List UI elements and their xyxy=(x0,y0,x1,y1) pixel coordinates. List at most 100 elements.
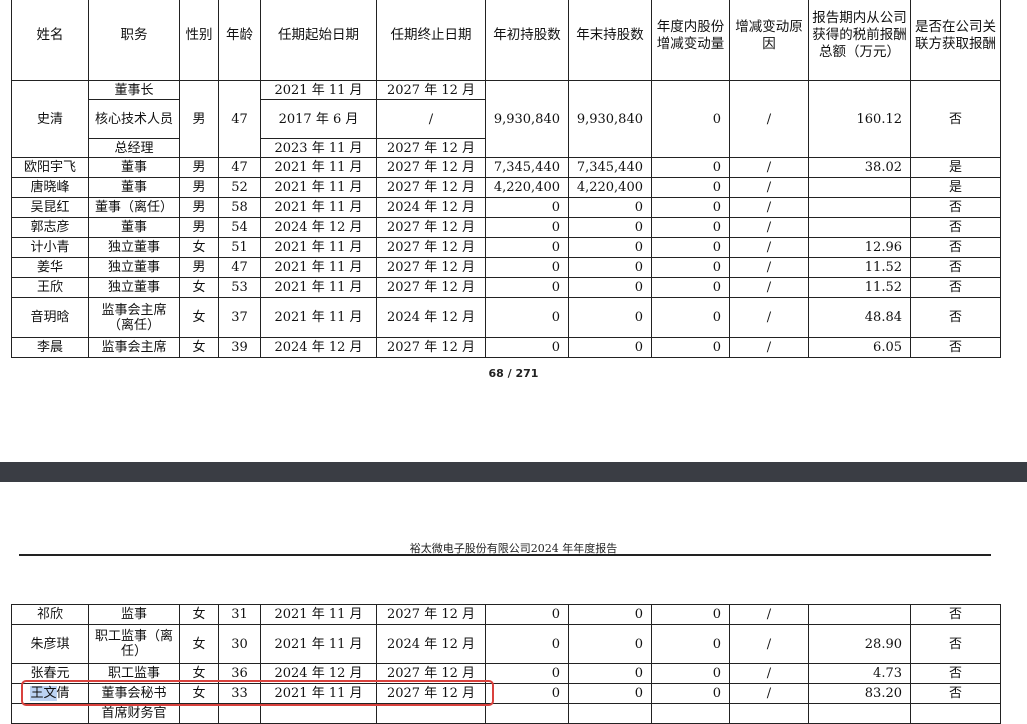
end-date-cell: 2027 年 12 月 xyxy=(376,663,486,684)
gender-cell: 男 xyxy=(179,257,219,278)
gender-cell: 男 xyxy=(179,157,219,178)
begin-shares-cell: 0 xyxy=(485,663,569,684)
name-cell: 郭志彦 xyxy=(11,217,89,238)
start-date-cell xyxy=(260,703,377,724)
gender-cell: 女 xyxy=(179,683,219,704)
header-change-reason: 增减变动原因 xyxy=(729,0,809,81)
viewer-page-gap xyxy=(0,462,1027,482)
name-cell: 欧阳宇飞 xyxy=(11,157,89,178)
table-row: 王文倩 董事会秘书女 33 2021 年 11 月 2027 年 12 月 0 0 0/83.… xyxy=(11,683,1001,704)
change-reason-cell: / xyxy=(729,624,809,664)
gender-cell: 女 xyxy=(179,277,219,298)
header-role: 职务 xyxy=(88,0,180,81)
start-date-cell: 2021 年 11 月 xyxy=(260,297,377,338)
gender-cell: 男 xyxy=(179,197,219,218)
pay-cell: 6.05 xyxy=(808,337,911,358)
start-date-cell: 2021 年 11 月 xyxy=(260,177,377,198)
header-gender: 性别 xyxy=(179,0,219,81)
table-row: 吴昆红 董事（离任）男 58 2021 年 11 月 2024 年 12 月 0 0 0/否 xyxy=(11,197,1001,218)
start-date-cell: 2021 年 11 月 xyxy=(260,237,377,258)
name-cell: 唐晓峰 xyxy=(11,177,89,198)
gender-cell xyxy=(179,703,219,724)
name-cell: 王欣 xyxy=(11,277,89,298)
role-cell: 监事会主席 xyxy=(88,337,180,358)
change-reason-cell: / xyxy=(729,177,809,198)
role-cell: 董事长 xyxy=(88,80,180,100)
change-reason-cell: / xyxy=(729,197,809,218)
related-pay-cell xyxy=(910,703,1001,724)
end-shares-cell: 0 xyxy=(568,277,652,298)
end-date-cell: 2024 年 12 月 xyxy=(376,297,486,338)
end-shares-cell: 0 xyxy=(568,257,652,278)
role-cell: 核心技术人员 xyxy=(88,99,180,139)
pay-cell: 12.96 xyxy=(808,237,911,258)
start-date-cell: 2024 年 12 月 xyxy=(260,337,377,358)
end-date-cell: / xyxy=(376,99,486,139)
role-cell: 职工监事 xyxy=(88,663,180,684)
start-date-cell: 2023 年 11 月 xyxy=(260,138,377,158)
end-date-cell xyxy=(376,703,486,724)
share-change-cell: 0 xyxy=(651,297,730,338)
end-shares-cell: 0 xyxy=(568,663,652,684)
role-cell: 独立董事 xyxy=(88,237,180,258)
related-pay-cell: 否 xyxy=(910,237,1001,258)
change-reason-cell: / xyxy=(729,257,809,278)
table-row: 音玥晗 监事会主席（离任）女 37 2021 年 11 月 2024 年 12 月000… xyxy=(11,297,1001,338)
name-cell: 姜华 xyxy=(11,257,89,278)
name-cell: 吴昆红 xyxy=(11,197,89,218)
table-row: 朱彦琪 职工监事（离任）女 30 2021 年 11 月 2024 年 12 月 0 0 0/… xyxy=(11,624,1001,664)
start-date-cell: 2021 年 11 月 xyxy=(260,604,377,625)
role-cell: 监事会主席（离任） xyxy=(88,297,180,338)
role-cell: 董事会秘书 xyxy=(88,683,180,704)
begin-shares-cell: 0 xyxy=(485,624,569,664)
role-cell: 职工监事（离任） xyxy=(88,624,180,664)
pay-cell xyxy=(808,217,911,238)
gender-cell: 女 xyxy=(179,604,219,625)
share-change-cell: 0 xyxy=(651,217,730,238)
end-shares-cell xyxy=(568,703,652,724)
end-shares-cell: 9,930,840 xyxy=(568,80,652,158)
end-shares-cell: 0 xyxy=(568,624,652,664)
start-date-cell: 2021 年 11 月 xyxy=(260,157,377,178)
name-cell: 李晨 xyxy=(11,337,89,358)
begin-shares-cell: 0 xyxy=(485,277,569,298)
selected-text[interactable]: 王文 xyxy=(30,686,57,701)
gender-cell: 男 xyxy=(179,177,219,198)
share-change-cell: 0 xyxy=(651,177,730,198)
name-cell: 张春元 xyxy=(11,663,89,684)
role-cell: 董事 xyxy=(88,177,180,198)
end-shares-cell: 0 xyxy=(568,337,652,358)
gender-cell: 女 xyxy=(179,337,219,358)
end-shares-cell: 0 xyxy=(568,297,652,338)
table-row: 李晨 监事会主席女 39 2024 年 12 月 2027 年 12 月 0 0 0/6.05… xyxy=(11,337,1001,358)
change-reason-cell: / xyxy=(729,277,809,298)
end-date-cell: 2027 年 12 月 xyxy=(376,277,486,298)
begin-shares-cell: 0 xyxy=(485,237,569,258)
change-reason-cell: / xyxy=(729,237,809,258)
header-related-pay: 是否在公司关联方获取报酬 xyxy=(910,0,1001,81)
related-pay-cell: 否 xyxy=(910,337,1001,358)
header-name: 姓名 xyxy=(11,0,89,81)
header-share-change: 年度内股份增减变动量 xyxy=(651,0,730,81)
share-change-cell: 0 xyxy=(651,257,730,278)
related-pay-cell: 否 xyxy=(910,257,1001,278)
table-row: 欧阳宇飞 董事男 47 2021 年 11 月 2027 年 12 月 7,345,440… xyxy=(11,157,1001,178)
begin-shares-cell: 0 xyxy=(485,683,569,704)
end-date-cell: 2027 年 12 月 xyxy=(376,177,486,198)
age-cell: 30 xyxy=(218,624,261,664)
age-cell: 47 xyxy=(218,257,261,278)
change-reason-cell xyxy=(729,703,809,724)
pay-cell: 28.90 xyxy=(808,624,911,664)
related-pay-cell: 否 xyxy=(910,683,1001,704)
gender-cell: 男 xyxy=(179,80,219,158)
header-start-date: 任期起始日期 xyxy=(260,0,377,81)
age-cell: 36 xyxy=(218,663,261,684)
age-cell: 53 xyxy=(218,277,261,298)
related-pay-cell: 否 xyxy=(910,197,1001,218)
table-row: 郭志彦 董事男 54 2024 年 12 月 2027 年 12 月 0 0 0/否 xyxy=(11,217,1001,238)
age-cell: 47 xyxy=(218,157,261,178)
pay-cell xyxy=(808,177,911,198)
end-date-cell: 2027 年 12 月 xyxy=(376,138,486,158)
start-date-cell: 2021 年 11 月 xyxy=(260,257,377,278)
share-change-cell: 0 xyxy=(651,157,730,178)
